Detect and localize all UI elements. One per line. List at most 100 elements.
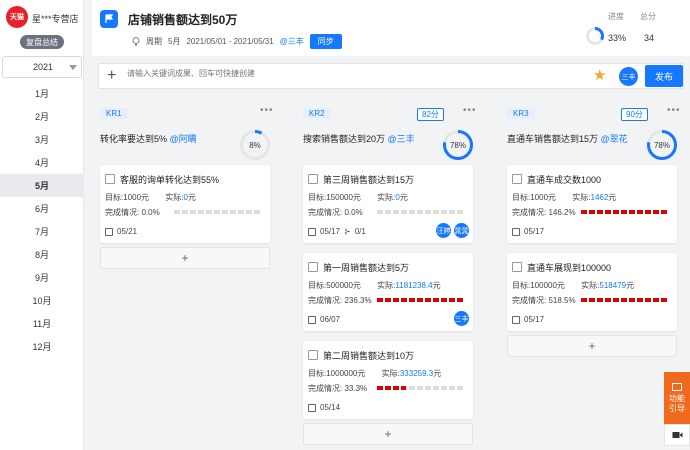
task-completion: 0.0% [141, 208, 160, 217]
task-footer: 05/14 [308, 403, 340, 412]
task-target: 500000元 [326, 281, 361, 290]
kr-title[interactable]: 搜索销售额达到20万 @三丰 [303, 132, 415, 145]
video-button[interactable] [664, 424, 690, 446]
chevron-down-icon [69, 65, 77, 70]
month-item[interactable]: 7月 [0, 220, 84, 243]
kr-progress-value: 8% [249, 141, 261, 150]
month-item[interactable]: 4月 [0, 151, 84, 174]
completion-bar-fill [377, 298, 465, 302]
task-card[interactable]: 直通车成交数1000 目标:1000元 实际:1462元 完成情况: 146.2… [507, 165, 677, 243]
task-target-row: 目标:100000元 实际:518479元 [512, 281, 635, 290]
task-target-row: 目标:1000元 实际:1462元 [512, 193, 617, 202]
task-card[interactable]: 第二周销售额达到10万 目标:1000000元 实际:333259.3元 完成情… [303, 341, 473, 419]
kr-title-text: 转化率要达到5% [100, 134, 168, 144]
book-icon [672, 382, 682, 391]
task-date: 05/17 [524, 227, 545, 236]
task-checkbox[interactable] [512, 262, 522, 272]
month-item[interactable]: 9月 [0, 266, 84, 289]
add-task-button[interactable]: + [100, 247, 270, 269]
task-date: 05/14 [320, 403, 341, 412]
period-dates: 2021/05/01 - 2021/05/31 [186, 37, 274, 46]
calendar-icon [308, 403, 316, 412]
task-actual: 1462 [590, 193, 609, 202]
month-item[interactable]: 10月 [0, 289, 84, 312]
feature-guide-button[interactable]: 功能 引导 [664, 372, 690, 424]
plus-icon[interactable]: + [107, 67, 116, 85]
task-target-row: 目标:500000元 实际:1181238.4元 [308, 281, 441, 290]
review-summary-button[interactable]: 复盘总结 [20, 35, 64, 49]
assignee-avatar[interactable]: 汪婷 [435, 222, 452, 239]
task-card[interactable]: 直通车展现到100000 目标:100000元 实际:518479元 完成情况:… [507, 253, 677, 331]
task-title: 第二周销售额达到10万 [323, 351, 415, 361]
month-item[interactable]: 5月 [0, 174, 84, 197]
month-item[interactable]: 3月 [0, 128, 84, 151]
task-card[interactable]: 第三周销售额达到15万 目标:150000元 实际:0元 完成情况: 0.0% … [303, 165, 473, 243]
publish-button[interactable]: 发布 [645, 65, 683, 87]
task-actual: 518479 [599, 281, 627, 290]
guide-label-1: 功能 [669, 393, 685, 403]
completion-bar-fill [581, 210, 669, 214]
objective-title: 店铺销售额达到50万 [128, 13, 238, 27]
task-title: 第三周销售额达到15万 [323, 175, 415, 185]
month-item[interactable]: 8月 [0, 243, 84, 266]
add-task-button[interactable]: + [507, 335, 677, 357]
kr-tag: KR1 [100, 108, 128, 119]
month-item[interactable]: 12月 [0, 335, 84, 358]
more-icon[interactable]: ••• [260, 105, 274, 116]
objective-progress-ring [586, 27, 604, 45]
task-target: 1000000元 [326, 369, 366, 378]
kr-score-badge: 90分 [621, 108, 648, 121]
task-completion-row: 完成情况: 33.3% [308, 384, 368, 393]
kr-owner[interactable]: @三丰 [388, 134, 415, 144]
quick-create-bar: + ★ 三丰 发布 [98, 63, 684, 89]
shop-logo: 天猫 [6, 6, 28, 28]
task-checkbox[interactable] [512, 174, 522, 184]
task-target-row: 目标:150000元 实际:0元 [308, 193, 408, 202]
video-icon [672, 432, 682, 438]
progress-label: 进度 [608, 12, 624, 21]
kr-progress-value: 78% [653, 141, 670, 150]
more-icon[interactable]: ••• [463, 105, 477, 116]
task-checkbox[interactable] [308, 262, 318, 272]
task-completion: 236.3% [344, 296, 372, 305]
sync-button[interactable]: 同步 [309, 34, 342, 49]
completion-bar [377, 298, 465, 302]
more-icon[interactable]: ••• [667, 105, 681, 116]
star-icon[interactable]: ★ [593, 67, 606, 85]
kr-tag: KR2 [303, 108, 331, 119]
task-target: 100000元 [530, 281, 565, 290]
subtask-count: 0/1 [354, 227, 366, 236]
progress-value: 33% [608, 33, 627, 43]
kr-owner[interactable]: @阿瞒 [170, 134, 197, 144]
task-date: 05/17 [524, 315, 545, 324]
assignee-avatar[interactable]: 三丰 [453, 310, 470, 327]
task-completion: 518.5% [548, 296, 576, 305]
shop-name: 星***专营店 [32, 14, 79, 24]
kr-score-badge: 82分 [417, 108, 444, 121]
kr-progress-value: 78% [449, 141, 466, 150]
year-select[interactable]: 2021 [2, 56, 82, 78]
task-card[interactable]: 第一周销售额达到5万 目标:500000元 实际:1181238.4元 完成情况… [303, 253, 473, 331]
kr-title[interactable]: 转化率要达到5% @阿瞒 [100, 132, 197, 145]
task-checkbox[interactable] [105, 174, 115, 184]
quick-create-input[interactable] [127, 69, 567, 78]
task-card[interactable]: 客服的询单转化达到55% 目标:1000元 实际:0元 完成情况: 0.0% 0… [100, 165, 270, 243]
calendar-icon [308, 227, 316, 236]
add-task-button[interactable]: + [303, 423, 473, 445]
month-item[interactable]: 11月 [0, 312, 84, 335]
kr-owner[interactable]: @翠花 [601, 134, 628, 144]
kr-title[interactable]: 直通车销售额达到15万 @翠花 [507, 132, 628, 145]
period-month: 5月 [168, 37, 181, 46]
completion-bar [377, 210, 465, 214]
month-item[interactable]: 6月 [0, 197, 84, 220]
objective-owner[interactable]: @三丰 [280, 36, 304, 47]
month-item[interactable]: 1月 [0, 82, 84, 105]
month-item[interactable]: 2月 [0, 105, 84, 128]
kr-title-text: 搜索销售额达到20万 [303, 134, 386, 144]
task-checkbox[interactable] [308, 350, 318, 360]
task-completion-row: 完成情况: 518.5% [512, 296, 576, 305]
completion-bar-fill [377, 386, 407, 390]
task-checkbox[interactable] [308, 174, 318, 184]
avatar[interactable]: 三丰 [619, 67, 638, 86]
assignee-avatar[interactable]: 晁晁 [453, 222, 470, 239]
